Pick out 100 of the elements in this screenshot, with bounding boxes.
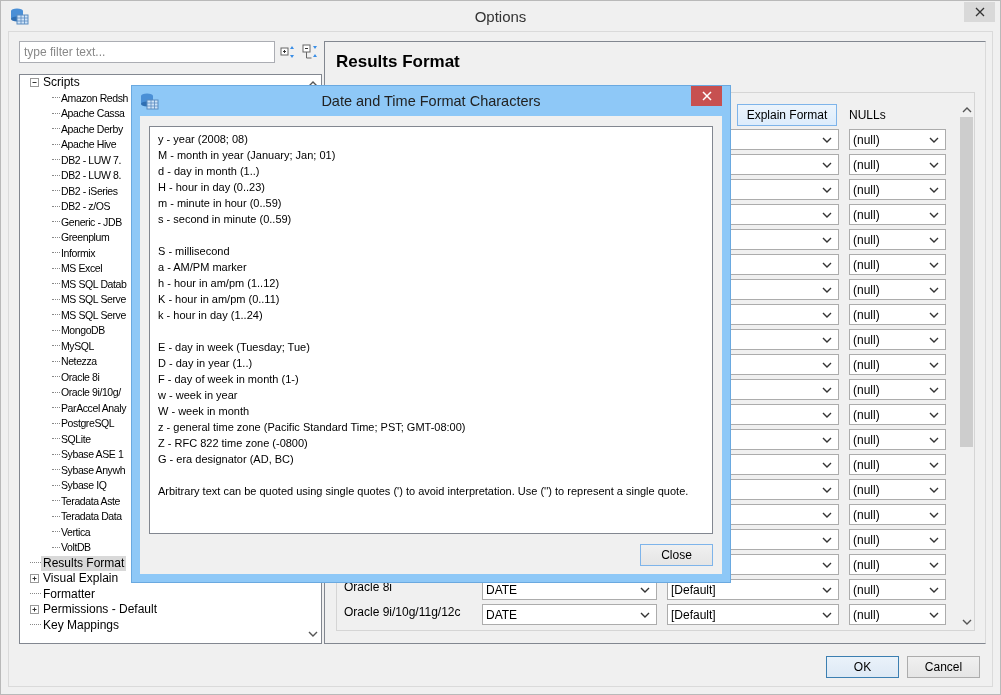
tree-item[interactable]: MySQL	[60, 338, 95, 354]
tree-item[interactable]: MS SQL Serve	[60, 292, 127, 308]
close-button[interactable]: Close	[640, 544, 713, 566]
tree-item[interactable]: Vertica	[60, 524, 92, 540]
chevron-down-icon	[640, 610, 650, 619]
dropdown[interactable]: [Default]	[667, 604, 839, 625]
text-line: S - millisecond	[158, 244, 231, 259]
expand-tree-icon	[280, 44, 296, 60]
expand-icon[interactable]	[30, 605, 39, 615]
collapse-all-button[interactable]	[301, 43, 319, 61]
dropdown[interactable]: (null)	[849, 529, 946, 550]
dropdown[interactable]: [Default]	[667, 579, 839, 600]
dropdown[interactable]: (null)	[849, 204, 946, 225]
tree-item[interactable]: DB2 - LUW 7.	[60, 152, 122, 168]
scroll-down-icon	[307, 631, 318, 638]
close-button[interactable]	[691, 86, 722, 106]
dropdown[interactable]: (null)	[849, 279, 946, 300]
tree-item[interactable]: MongoDB	[60, 323, 106, 339]
dropdown[interactable]: (null)	[849, 254, 946, 275]
dropdown[interactable]: (null)	[849, 454, 946, 475]
chevron-down-icon	[822, 435, 832, 444]
chevron-down-icon	[929, 185, 939, 194]
dropdown[interactable]: (null)	[849, 354, 946, 375]
tree-item[interactable]: Key Mappings	[41, 617, 122, 633]
dropdown[interactable]: (null)	[849, 379, 946, 400]
dropdown[interactable]: (null)	[849, 429, 946, 450]
close-button[interactable]	[964, 2, 995, 22]
chevron-down-icon	[822, 610, 832, 619]
chevron-down-icon	[929, 210, 939, 219]
dropdown[interactable]: (null)	[849, 154, 946, 175]
text-line: m - minute in hour (0..59)	[158, 196, 283, 211]
dropdown[interactable]: (null)	[849, 479, 946, 500]
tree-item[interactable]: Greenplum	[60, 230, 111, 246]
explain-format-button[interactable]: Explain Format	[737, 103, 837, 126]
text-line: Z - RFC 822 time zone (-0800)	[158, 436, 309, 451]
tree-item[interactable]: Oracle 8i	[60, 369, 101, 385]
expand-icon[interactable]	[30, 574, 39, 584]
chevron-down-icon	[929, 535, 939, 544]
tree-item[interactable]: Apache Cassa	[60, 106, 126, 122]
chevron-down-icon	[822, 585, 832, 594]
tree-item[interactable]: ParAccel Analy	[60, 400, 128, 416]
tree-item[interactable]: Generic - JDB	[60, 214, 123, 230]
tree-item[interactable]: Amazon Redsh	[60, 90, 129, 106]
tree-item[interactable]: Teradata Aste	[60, 493, 121, 509]
dropdown[interactable]: (null)	[849, 329, 946, 350]
tree-item[interactable]: Teradata Data	[60, 509, 123, 525]
tree-item[interactable]: MS SQL Serve	[60, 307, 127, 323]
scroll-up-icon	[961, 106, 972, 113]
dropdown[interactable]: (null)	[849, 554, 946, 575]
tree-item[interactable]: Permissions - Default	[41, 602, 160, 618]
tree-item[interactable]: Formatter	[41, 586, 97, 602]
tree-item[interactable]: Visual Explain	[41, 571, 121, 587]
dropdown[interactable]: (null)	[849, 304, 946, 325]
chevron-down-icon	[929, 285, 939, 294]
chevron-down-icon	[929, 585, 939, 594]
ok-button[interactable]: OK	[826, 656, 899, 678]
cancel-button[interactable]: Cancel	[907, 656, 980, 678]
tree-item[interactable]: DB2 - z/OS	[60, 199, 112, 215]
tree-item[interactable]: Apache Hive	[60, 137, 118, 153]
tree-item[interactable]: Apache Derby	[60, 121, 124, 137]
tree-item[interactable]: Sybase IQ	[60, 478, 108, 494]
dropdown[interactable]: DATE	[482, 604, 657, 625]
dropdown[interactable]: (null)	[849, 129, 946, 150]
filter-field[interactable]: type filter text...	[19, 41, 275, 63]
tree-item[interactable]: VoltDB	[60, 540, 92, 556]
chevron-down-icon	[822, 385, 832, 394]
text-line: s - second in minute (0..59)	[158, 212, 293, 227]
tree-item[interactable]: Sybase Anywh	[60, 462, 127, 478]
tree-item[interactable]: DB2 - iSeries	[60, 183, 119, 199]
dropdown[interactable]: (null)	[849, 504, 946, 525]
row-label: Oracle 9i/10g/11g/12c	[343, 604, 462, 619]
tree-item[interactable]: MS SQL Datab	[60, 276, 128, 292]
app-icon	[10, 7, 29, 25]
tree-item[interactable]: MS Excel	[60, 261, 104, 277]
chevron-down-icon	[822, 185, 832, 194]
chevron-down-icon	[929, 135, 939, 144]
text-line: D - day in year (1..)	[158, 356, 254, 371]
tree-item[interactable]: Scripts	[41, 75, 82, 91]
chevron-down-icon	[822, 285, 832, 294]
tree-item[interactable]: PostgreSQL	[60, 416, 116, 432]
scrollbar-thumb[interactable]	[960, 117, 973, 447]
collapse-icon[interactable]	[30, 78, 39, 88]
chevron-down-icon	[822, 560, 832, 569]
tree-item[interactable]: Sybase ASE 1	[60, 447, 125, 463]
chevron-down-icon	[822, 235, 832, 244]
close-icon	[701, 91, 712, 101]
chevron-down-icon	[929, 360, 939, 369]
dropdown[interactable]: (null)	[849, 404, 946, 425]
text-line: w - week in year	[158, 388, 239, 403]
tree-item[interactable]: Oracle 9i/10g/	[60, 385, 122, 401]
dropdown[interactable]: (null)	[849, 579, 946, 600]
tree-item[interactable]: Informix	[60, 245, 97, 261]
dropdown[interactable]: (null)	[849, 179, 946, 200]
dropdown[interactable]: (null)	[849, 604, 946, 625]
tree-item[interactable]: SQLite	[60, 431, 92, 447]
dropdown[interactable]: (null)	[849, 229, 946, 250]
tree-item[interactable]: Results Format	[41, 555, 127, 571]
chevron-down-icon	[822, 335, 832, 344]
tree-item[interactable]: DB2 - LUW 8.	[60, 168, 122, 184]
tree-item[interactable]: Netezza	[60, 354, 98, 370]
